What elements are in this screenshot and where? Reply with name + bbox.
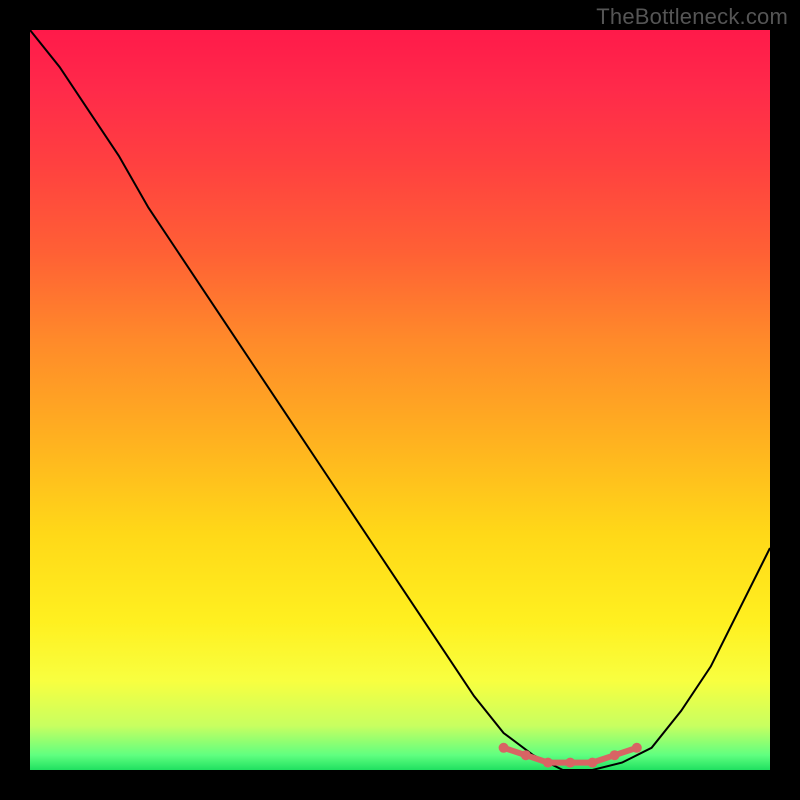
chart-overlay-svg xyxy=(30,30,770,770)
watermark-text: TheBottleneck.com xyxy=(596,4,788,30)
optimal-point-marker xyxy=(632,743,642,753)
optimal-point-marker xyxy=(499,743,509,753)
bottleneck-curve-line xyxy=(30,30,770,770)
optimal-point-marker xyxy=(543,758,553,768)
chart-plot-area xyxy=(30,30,770,770)
optimal-point-marker xyxy=(610,750,620,760)
optimal-point-marker xyxy=(521,750,531,760)
optimal-point-marker xyxy=(587,758,597,768)
optimal-point-marker xyxy=(565,758,575,768)
